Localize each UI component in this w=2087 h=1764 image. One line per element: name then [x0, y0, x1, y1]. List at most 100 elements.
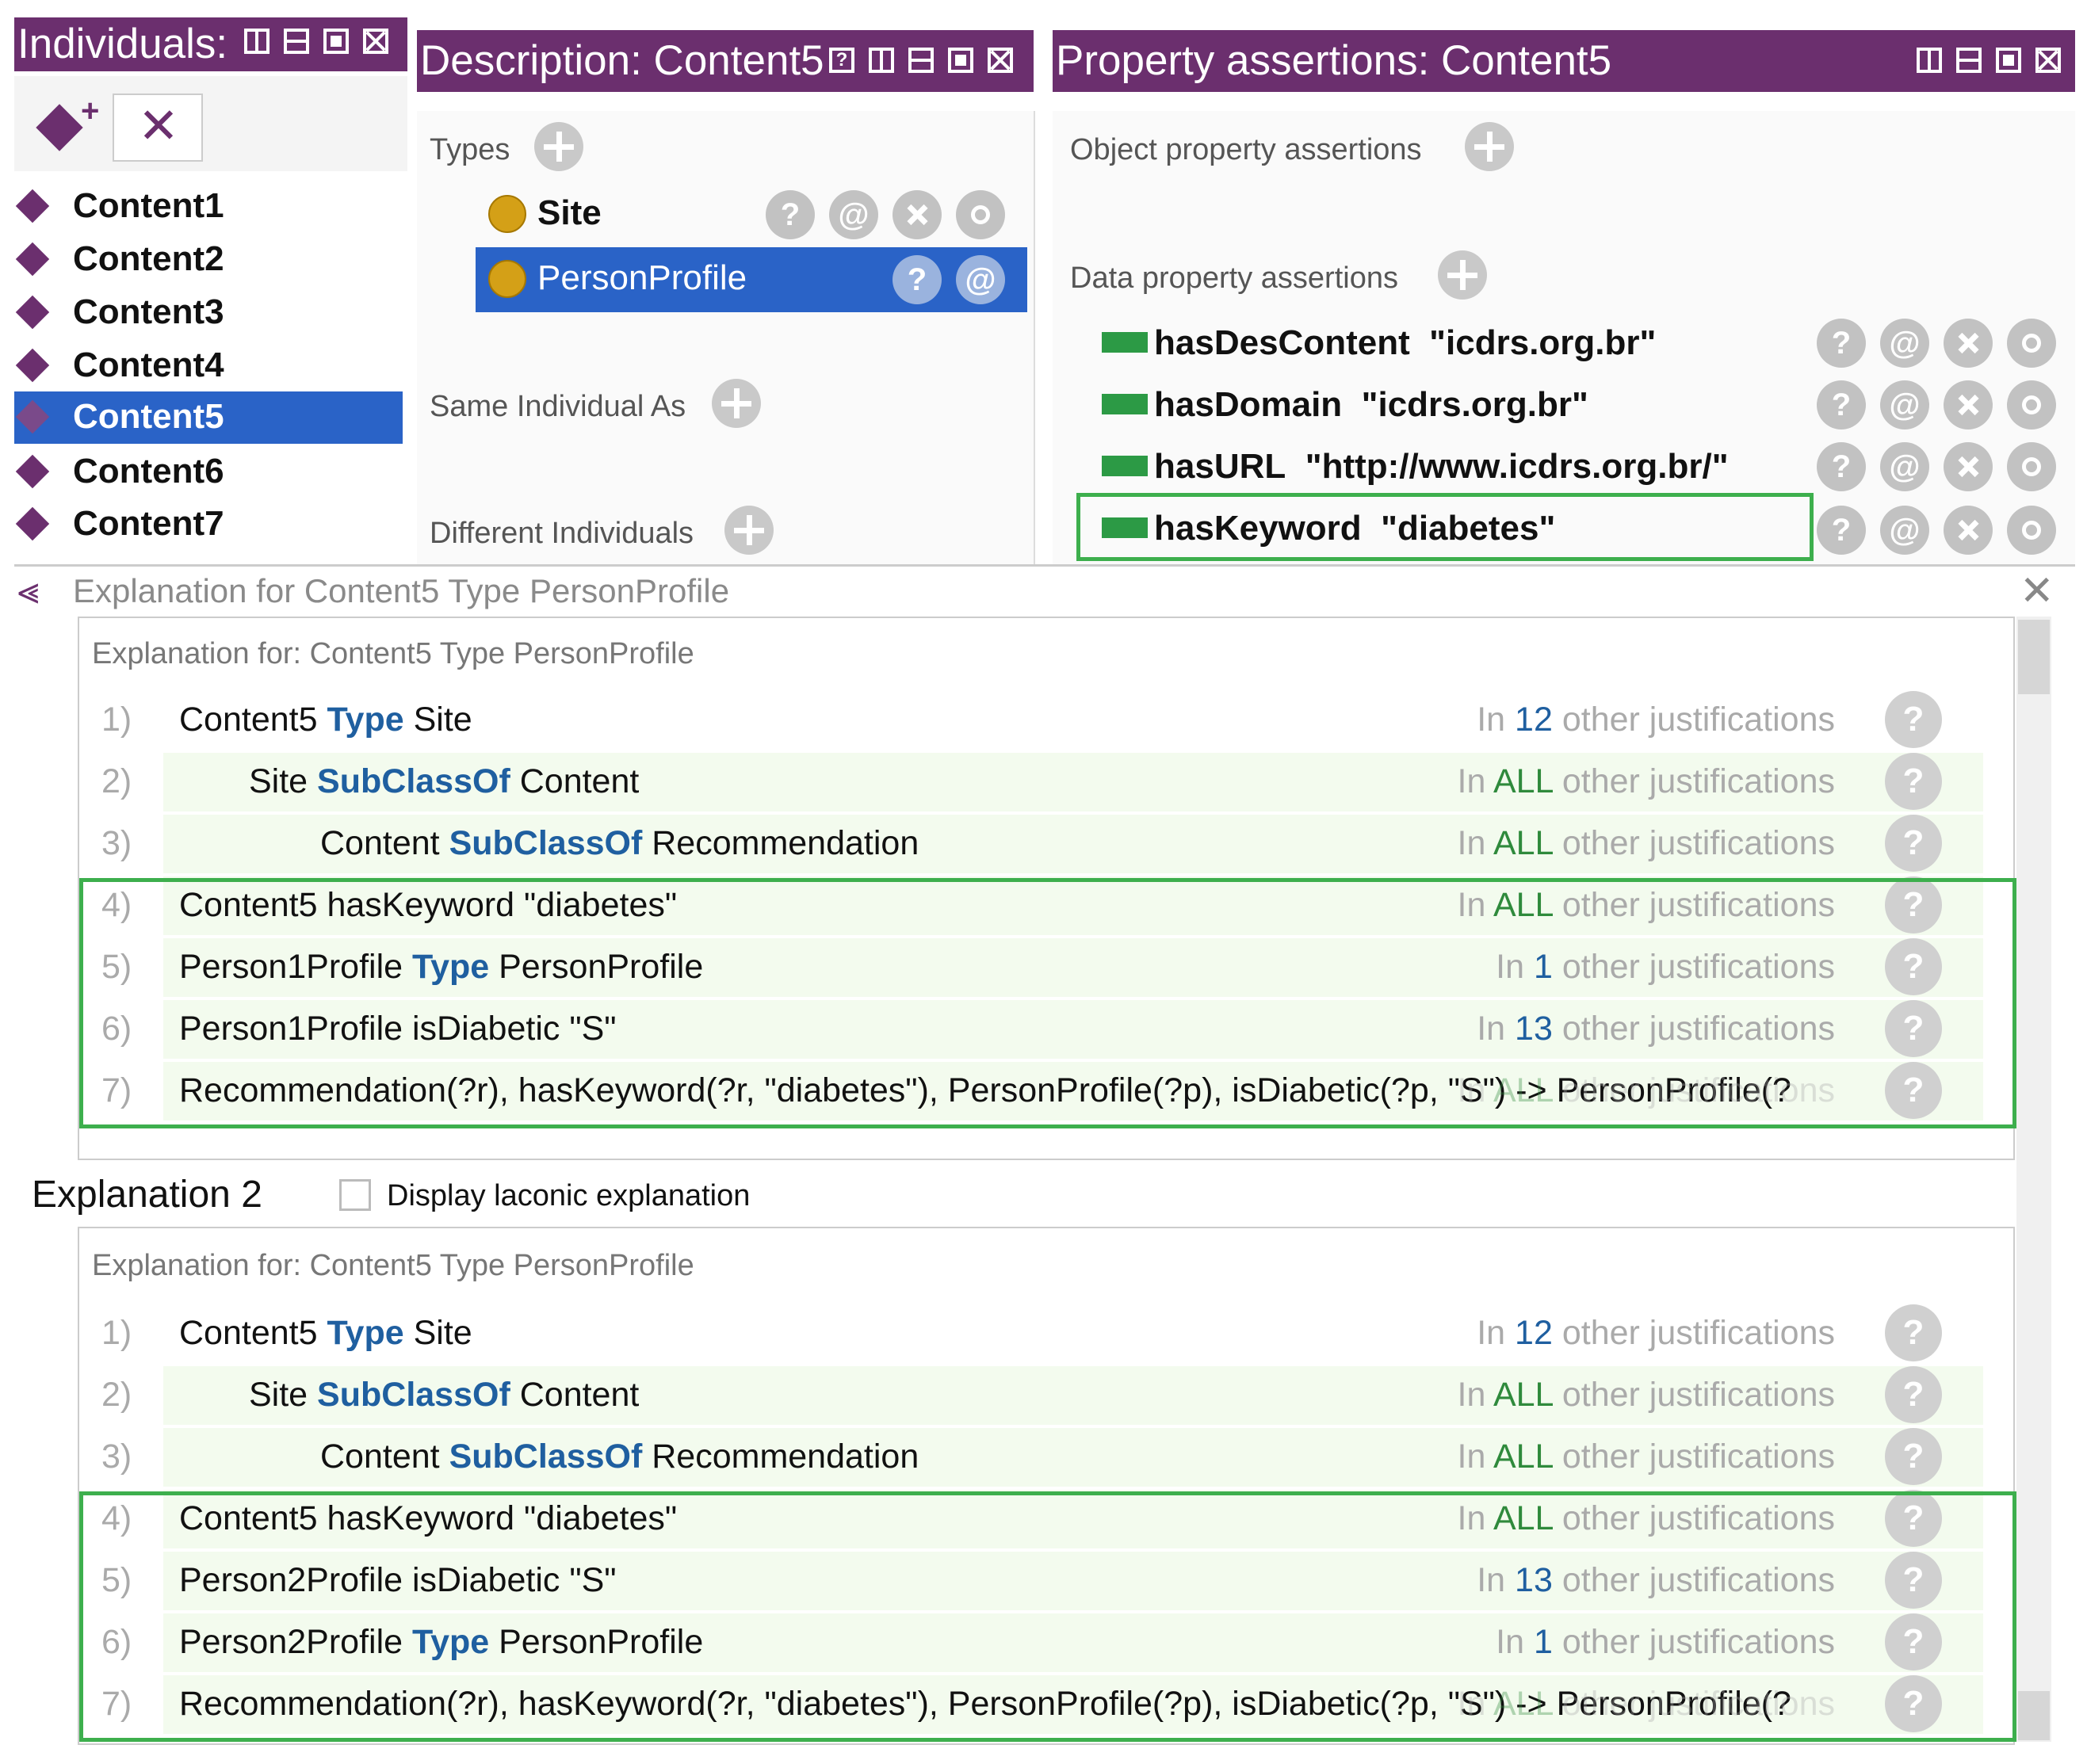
justification-count: In 12 other justifications: [1477, 689, 1835, 750]
delete-individual-button[interactable]: ✕: [113, 94, 203, 162]
add-data-property-button[interactable]: [1438, 250, 1487, 300]
explain-button[interactable]: ?: [766, 190, 815, 239]
explanation-row[interactable]: 1) Content5 Type Site In 12 other justific…: [0, 1303, 2061, 1363]
split-view-icon[interactable]: [1917, 48, 1942, 73]
explanation-row[interactable]: 2) Site SubClassOf Content In ALL other ju…: [0, 1365, 2061, 1425]
axiom-keyword: SubClassOf: [317, 762, 510, 800]
data-assertion-row[interactable]: hasURL "http://www.icdrs.org.br/": [1102, 439, 1729, 494]
axiom-keyword: Type: [327, 701, 404, 739]
explanation-row[interactable]: 3) Content SubClassOf Recommendation In AL…: [0, 813, 2061, 873]
maximize-icon[interactable]: [1996, 48, 2021, 73]
add-type-button[interactable]: [534, 122, 583, 171]
list-item[interactable]: Content3: [14, 287, 403, 338]
justification-in: In: [1457, 1438, 1486, 1476]
individual-icon: [15, 399, 50, 434]
horizontal-split-icon[interactable]: [908, 48, 934, 73]
row-number: 2): [101, 1376, 132, 1414]
delete-button[interactable]: [1944, 506, 1993, 555]
list-item[interactable]: Content4: [14, 340, 403, 391]
edit-button[interactable]: [956, 190, 1005, 239]
list-item[interactable]: Content7: [14, 498, 403, 549]
description-header: Description: Content5 ?: [417, 30, 1034, 92]
row-number: 3): [101, 824, 132, 862]
class-icon: [488, 195, 526, 233]
help-icon[interactable]: ?: [1885, 815, 1942, 872]
list-item[interactable]: Content2: [14, 234, 403, 284]
list-item[interactable]: Content6: [14, 446, 403, 497]
scrollbar-thumb[interactable]: [2018, 620, 2050, 694]
explain-button[interactable]: ?: [1817, 442, 1866, 491]
delete-button[interactable]: [1944, 380, 1993, 430]
explain-button[interactable]: ?: [893, 255, 942, 304]
close-icon[interactable]: ✕: [2020, 567, 2055, 615]
edit-button[interactable]: [2007, 319, 2056, 368]
help-icon[interactable]: ?: [1885, 1428, 1942, 1485]
row-number: 1): [101, 701, 132, 739]
annotate-button[interactable]: @: [1880, 506, 1929, 555]
annotate-button[interactable]: @: [829, 190, 878, 239]
justification-number: 12: [1515, 1314, 1553, 1352]
explanation-row[interactable]: 1) Content5 Type Site In 12 other justific…: [0, 689, 2061, 750]
annotate-button[interactable]: @: [1880, 380, 1929, 430]
axiom-keyword: Type: [327, 1314, 404, 1352]
same-individual-label: Same Individual As: [430, 390, 686, 423]
axiom-part: Content: [510, 1376, 640, 1414]
axiom-part: Content5: [179, 701, 327, 739]
highlight-box: [79, 878, 2016, 1128]
types-label: Types: [430, 133, 510, 166]
list-item-selected[interactable]: Content5: [14, 391, 403, 444]
help-icon[interactable]: ?: [1885, 691, 1942, 748]
axiom-part: Content: [320, 824, 449, 862]
explanation-row[interactable]: 2) Site SubClassOf Content In ALL other ju…: [0, 751, 2061, 811]
axiom-part: Recommendation: [642, 824, 919, 862]
data-assertion-row[interactable]: hasDomain "icdrs.org.br": [1102, 377, 1588, 433]
help-icon[interactable]: ?: [1885, 1304, 1942, 1361]
maximize-icon[interactable]: [948, 48, 973, 73]
annotate-button[interactable]: @: [956, 255, 1005, 304]
list-item[interactable]: Content1: [14, 181, 403, 231]
edit-button[interactable]: [2007, 442, 2056, 491]
description-body: Types Site ? @ PersonProfile ? @ Same In…: [417, 111, 1035, 564]
edit-button[interactable]: [2007, 380, 2056, 430]
highlight-box: [79, 1491, 2016, 1742]
data-assertion-row[interactable]: hasDesContent "icdrs.org.br": [1102, 315, 1656, 371]
horizontal-split-icon[interactable]: [284, 29, 309, 54]
explain-button[interactable]: ?: [1817, 506, 1866, 555]
split-view-icon[interactable]: [869, 48, 894, 73]
row-number: 1): [101, 1314, 132, 1352]
highlight-box: [1076, 493, 1814, 561]
axiom-text: Content5 Type Site: [179, 689, 472, 750]
type-personprofile[interactable]: PersonProfile: [537, 258, 747, 298]
explain-button[interactable]: ?: [1817, 319, 1866, 368]
object-property-label: Object property assertions: [1070, 133, 1422, 166]
delete-button[interactable]: [893, 190, 942, 239]
split-view-icon[interactable]: [244, 29, 269, 54]
edit-button[interactable]: [2007, 506, 2056, 555]
add-different-individual-button[interactable]: [724, 506, 774, 555]
axiom-text: Content SubClassOf Recommendation: [320, 1426, 919, 1487]
horizontal-split-icon[interactable]: [1956, 48, 1982, 73]
close-view-icon[interactable]: [363, 29, 388, 54]
data-property-label: Data property assertions: [1070, 262, 1398, 295]
annotate-button[interactable]: @: [1880, 319, 1929, 368]
explain-button[interactable]: ?: [1817, 380, 1866, 430]
laconic-checkbox[interactable]: [339, 1179, 371, 1211]
justification-suffix: other justifications: [1561, 1314, 1835, 1352]
annotate-button[interactable]: @: [1880, 442, 1929, 491]
justification-number: ALL: [1493, 1438, 1553, 1476]
type-site[interactable]: Site: [537, 193, 602, 233]
explanation-row[interactable]: 3) Content SubClassOf Recommendation In AL…: [0, 1426, 2061, 1487]
delete-button[interactable]: [1944, 319, 1993, 368]
help-icon[interactable]: ?: [1885, 1366, 1942, 1423]
maximize-icon[interactable]: [323, 29, 349, 54]
add-individual-button[interactable]: +: [25, 92, 105, 155]
add-object-property-button[interactable]: [1465, 122, 1514, 171]
help-icon[interactable]: ?: [1885, 753, 1942, 810]
delete-button[interactable]: [1944, 442, 1993, 491]
add-same-individual-button[interactable]: [712, 379, 761, 428]
help-icon[interactable]: ?: [829, 48, 854, 73]
individuals-title: Individuals:: [17, 21, 228, 67]
close-view-icon[interactable]: [2035, 48, 2061, 73]
close-view-icon[interactable]: [988, 48, 1013, 73]
individuals-list: Content1 Content2 Content3 Content4 Cont…: [14, 173, 407, 564]
